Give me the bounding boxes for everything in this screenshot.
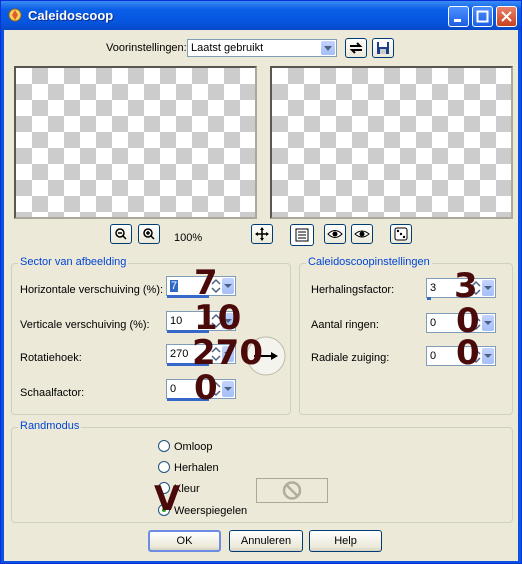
horizontal-offset-label: Horizontale verschuiving (%): <box>20 284 164 296</box>
annotation-checkmark: V <box>154 479 181 519</box>
chevron-down-icon[interactable] <box>482 280 494 296</box>
sector-group-title: Sector van afbeelding <box>18 256 129 268</box>
show-original-button[interactable] <box>290 224 314 246</box>
radio-herhalen[interactable] <box>158 461 170 473</box>
reset-preset-button[interactable] <box>345 38 367 58</box>
chevron-down-icon[interactable] <box>321 41 335 55</box>
move-icon <box>255 227 269 241</box>
edge-mode-group: Randmodus <box>11 420 513 523</box>
preview-on-image-button[interactable] <box>324 224 346 244</box>
close-button[interactable] <box>496 6 517 27</box>
radial-value[interactable]: 0 <box>430 350 436 362</box>
randomize-button[interactable] <box>390 224 412 244</box>
title-bar[interactable]: Caleidoscoop <box>1 1 521 30</box>
radio-omloop[interactable] <box>158 440 170 452</box>
app-icon <box>8 8 22 22</box>
zoom-in-button[interactable] <box>138 224 160 244</box>
pan-button[interactable] <box>251 224 273 244</box>
dialog-body: Voorinstellingen: Laatst gebruikt 100% S… <box>4 30 518 561</box>
zoom-out-icon <box>115 228 127 240</box>
color-swatch[interactable] <box>256 478 328 503</box>
minimize-icon <box>454 19 461 22</box>
rotation-label: Rotatiehoek: <box>20 352 82 364</box>
list-icon <box>295 228 309 242</box>
dialog-window: Caleidoscoop Voorinstellingen: Laatst ge… <box>0 0 522 564</box>
scale-label: Schaalfactor: <box>20 387 85 399</box>
rings-value[interactable]: 0 <box>430 317 436 329</box>
save-icon <box>377 42 389 54</box>
annotation-rotation: 270 <box>192 333 263 373</box>
annotation-repeat: 3 <box>454 266 478 306</box>
maximize-icon <box>476 10 489 23</box>
vertical-offset-value[interactable]: 10 <box>170 315 182 327</box>
chevron-down-icon[interactable] <box>222 381 234 397</box>
annotation-horizontal: 7 <box>194 263 218 303</box>
save-preset-button[interactable] <box>372 38 394 58</box>
help-button[interactable]: Help <box>309 530 382 552</box>
vertical-offset-label: Verticale verschuiving (%): <box>20 319 150 331</box>
chevron-down-icon[interactable] <box>482 315 494 331</box>
edge-mode-title: Randmodus <box>18 420 82 432</box>
result-preview <box>270 66 513 219</box>
presets-dropdown[interactable]: Laatst gebruikt <box>187 39 337 57</box>
eye-icon <box>354 230 370 238</box>
zoom-in-icon <box>143 228 155 240</box>
no-entry-icon <box>282 481 302 500</box>
radio-weerspiegelen-label[interactable]: Weerspiegelen <box>174 505 247 517</box>
cancel-button[interactable]: Annuleren <box>229 530 303 552</box>
chevron-down-icon[interactable] <box>482 348 494 364</box>
zoom-level: 100% <box>174 232 203 244</box>
dice-icon <box>394 227 408 241</box>
rotation-value[interactable]: 270 <box>170 348 188 360</box>
window-title: Caleidoscoop <box>28 8 114 23</box>
maximize-button[interactable] <box>472 6 493 27</box>
repeat-factor-value[interactable]: 3 <box>430 282 436 294</box>
close-icon <box>501 11 512 22</box>
minimize-button[interactable] <box>448 6 469 27</box>
repeat-factor-slider[interactable] <box>427 297 432 300</box>
ok-button[interactable]: OK <box>148 530 221 552</box>
eye-pointer-icon <box>327 230 343 238</box>
radio-herhalen-label[interactable]: Herhalen <box>174 462 219 474</box>
radial-label: Radiale zuiging: <box>311 352 390 364</box>
scale-value[interactable]: 0 <box>170 383 176 395</box>
chevron-down-icon[interactable] <box>222 278 234 294</box>
swap-arrows-icon <box>349 42 363 54</box>
kaleido-group-title: Caleidoscoopinstellingen <box>306 256 432 268</box>
source-preview[interactable] <box>14 66 257 219</box>
zoom-out-button[interactable] <box>110 224 132 244</box>
annotation-radial: 0 <box>456 333 480 373</box>
annotation-vertical: 10 <box>194 298 242 338</box>
auto-preview-button[interactable] <box>351 224 373 244</box>
presets-label: Voorinstellingen: <box>106 42 187 54</box>
rings-label: Aantal ringen: <box>311 319 379 331</box>
horizontal-offset-value[interactable]: 7 <box>170 280 179 292</box>
radio-omloop-label[interactable]: Omloop <box>174 441 213 453</box>
repeat-factor-label: Herhalingsfactor: <box>311 284 395 296</box>
presets-value: Laatst gebruikt <box>191 42 264 54</box>
annotation-scale: 0 <box>194 368 218 408</box>
